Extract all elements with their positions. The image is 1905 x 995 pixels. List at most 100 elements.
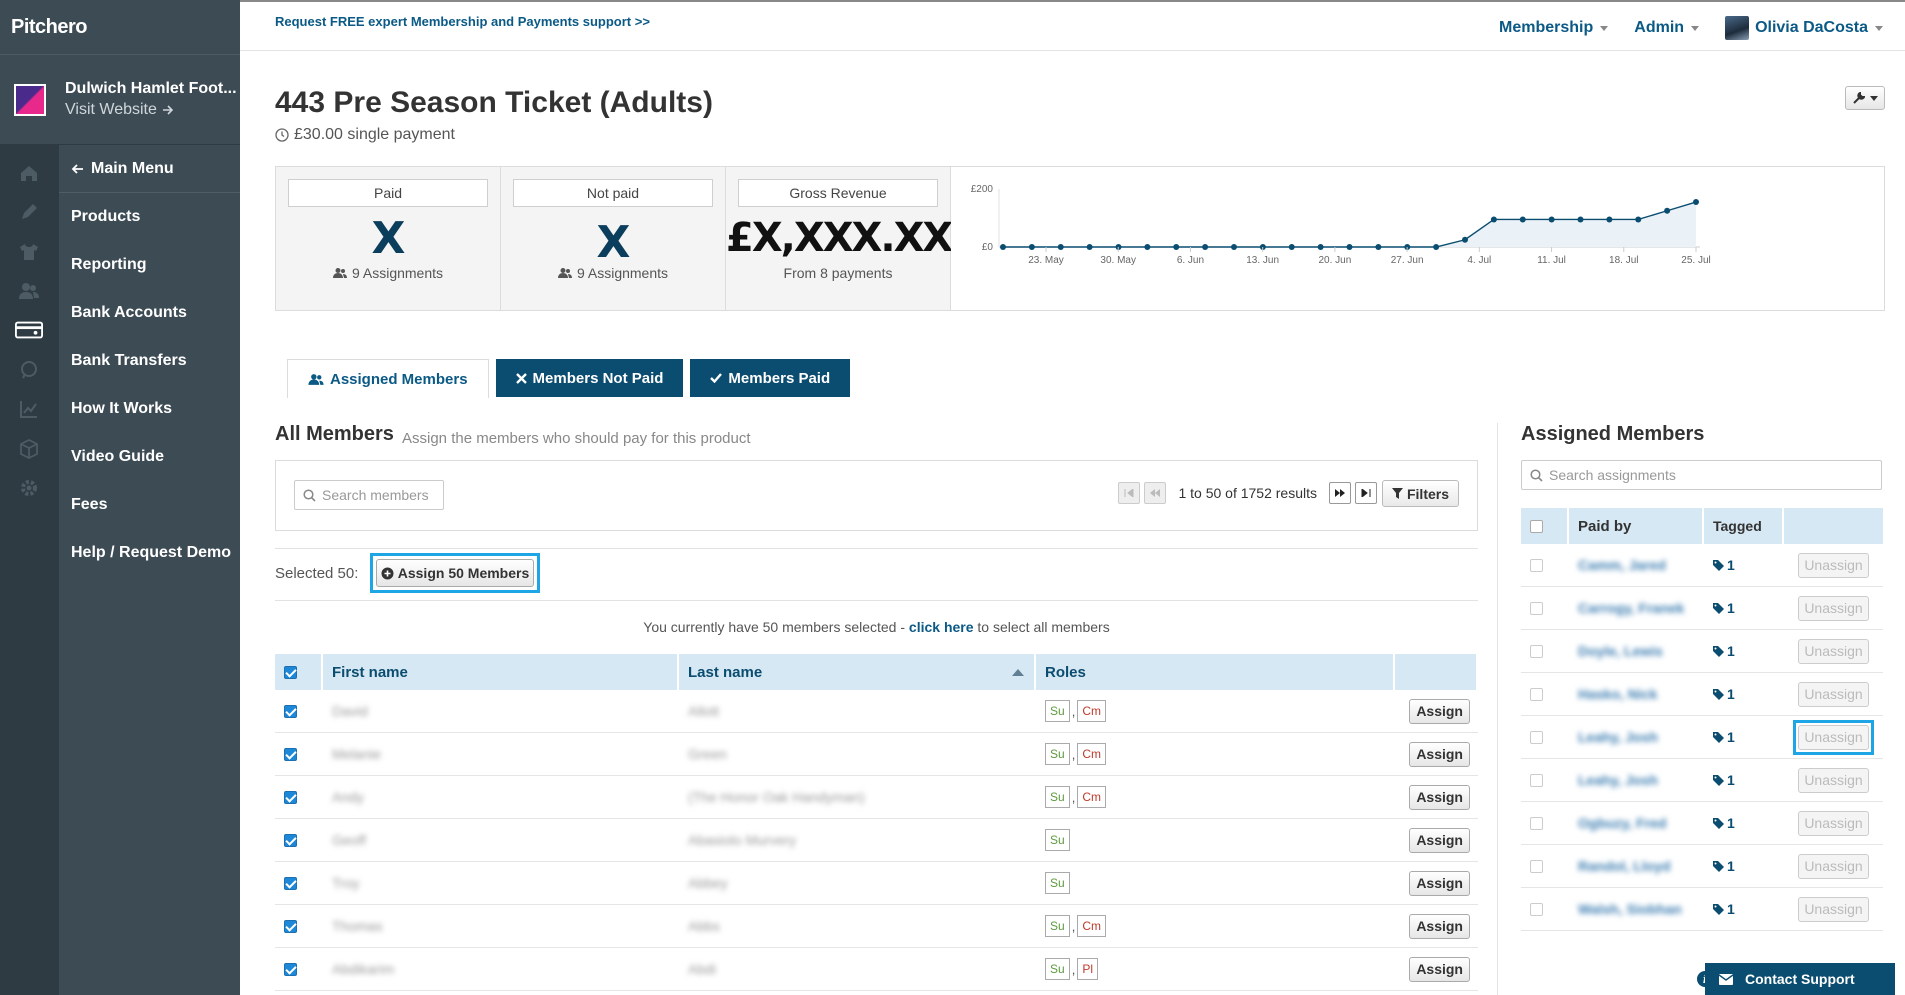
row-checkbox[interactable] — [1530, 859, 1543, 873]
first-page-icon[interactable] — [1118, 482, 1141, 504]
pen-icon[interactable] — [15, 198, 43, 226]
assign-button[interactable]: Assign — [1409, 913, 1470, 939]
last-page-icon[interactable] — [1355, 482, 1377, 504]
row-checkbox[interactable] — [284, 833, 297, 847]
unassign-button[interactable]: Unassign — [1798, 724, 1869, 750]
assign-button[interactable]: Assign — [1409, 956, 1470, 982]
prev-page-icon[interactable] — [1144, 482, 1167, 504]
data-point — [1028, 244, 1035, 250]
first-name-header[interactable]: First name — [323, 654, 679, 690]
nav-fees[interactable]: Fees — [59, 481, 240, 529]
caret-down-icon — [1691, 25, 1700, 31]
member-link[interactable]: Hasko, Nick — [1578, 686, 1657, 702]
membership-menu[interactable]: Membership — [1499, 19, 1609, 37]
club-header[interactable]: Dulwich Hamlet Foot... Visit Website — [0, 55, 240, 145]
nav-reporting[interactable]: Reporting — [59, 241, 240, 289]
assign-button[interactable]: Assign — [1409, 784, 1470, 810]
member-link[interactable]: Ogbuzy, Fred — [1578, 815, 1666, 831]
nav-bank-accounts[interactable]: Bank Accounts — [59, 289, 240, 337]
row-checkbox[interactable] — [1530, 687, 1543, 701]
row-checkbox[interactable] — [1530, 816, 1543, 830]
action-cell: Unassign — [1784, 767, 1883, 793]
tab-members-not-paid[interactable]: Members Not Paid — [495, 359, 684, 397]
nav-video-guide[interactable]: Video Guide — [59, 433, 240, 481]
nav-products[interactable]: Products — [59, 193, 240, 241]
row-checkbox[interactable] — [1530, 601, 1543, 615]
role-separator: , — [1071, 961, 1076, 977]
unassign-button[interactable]: Unassign — [1798, 681, 1869, 707]
member-link[interactable]: Leahy, Josh — [1578, 729, 1658, 745]
box-icon[interactable] — [15, 435, 43, 463]
tab-members-paid[interactable]: Members Paid — [690, 359, 851, 397]
filters-button[interactable]: Filters — [1381, 480, 1459, 507]
assign-button[interactable]: Assign — [1409, 870, 1470, 896]
assign-button[interactable]: Assign — [1409, 741, 1470, 767]
member-link[interactable]: Doyle, Lewis — [1578, 643, 1663, 659]
select-all-link[interactable]: click here — [909, 619, 974, 635]
unassign-button[interactable]: Unassign — [1798, 595, 1869, 621]
table-row: Leahy, Josh 1 Unassign — [1521, 716, 1883, 759]
row-checkbox[interactable] — [1530, 644, 1543, 658]
chat-icon[interactable] — [15, 356, 43, 384]
assign-members-highlight: Assign 50 Members — [370, 553, 540, 593]
search-assignments-input[interactable]: Search assignments — [1521, 460, 1882, 490]
row-checkbox[interactable] — [284, 704, 297, 718]
card-icon[interactable] — [15, 316, 43, 344]
unassign-button[interactable]: Unassign — [1798, 638, 1869, 664]
tag-icon — [1713, 817, 1724, 829]
assign-button[interactable]: Assign — [1409, 827, 1470, 853]
visit-website-link[interactable]: Visit Website — [65, 101, 237, 119]
unassign-button[interactable]: Unassign — [1798, 853, 1869, 879]
nav-help-request-demo[interactable]: Help / Request Demo — [59, 529, 240, 577]
plus-circle-icon — [381, 567, 394, 579]
next-page-icon[interactable] — [1329, 482, 1351, 504]
home-icon[interactable] — [15, 159, 43, 187]
promo-link[interactable]: Request FREE expert Membership and Payme… — [275, 14, 650, 29]
assign-50-members-button[interactable]: Assign 50 Members — [376, 559, 534, 587]
row-checkbox[interactable] — [1530, 558, 1543, 572]
select-all-checkbox[interactable] — [284, 665, 297, 679]
first-name-cell: Abdikarim — [332, 961, 395, 977]
table-row: Abdikarim Abdi Su, Pl Assign — [275, 948, 1478, 991]
row-checkbox-cell — [1521, 601, 1569, 615]
pitchero-logo[interactable]: Pitchero — [0, 0, 240, 55]
contact-support-button[interactable]: Contact Support — [1705, 963, 1895, 995]
row-checkbox[interactable] — [284, 790, 297, 804]
users-icon[interactable] — [15, 277, 43, 305]
member-link[interactable]: Walsh, Siobhan — [1578, 901, 1682, 917]
unassign-button[interactable]: Unassign — [1798, 896, 1869, 922]
row-checkbox[interactable] — [1530, 773, 1543, 787]
row-checkbox[interactable] — [284, 919, 297, 933]
search-members-input[interactable]: Search members — [294, 480, 444, 510]
row-checkbox[interactable] — [284, 747, 297, 761]
tab-assigned-members[interactable]: Assigned Members — [287, 359, 489, 398]
x-tick-label: 27. Jun — [1391, 255, 1424, 266]
member-link[interactable]: Carrogy, Franek — [1578, 600, 1684, 616]
unassign-button[interactable]: Unassign — [1798, 810, 1869, 836]
admin-menu[interactable]: Admin — [1634, 19, 1700, 37]
row-checkbox[interactable] — [284, 876, 297, 890]
chart-icon[interactable] — [15, 395, 43, 423]
main-menu-link[interactable]: Main Menu — [59, 145, 240, 193]
gear-icon[interactable] — [15, 474, 43, 502]
row-checkbox[interactable] — [1530, 902, 1543, 916]
row-checkbox[interactable] — [1530, 730, 1543, 744]
last-name-cell: Green — [688, 746, 727, 762]
unassign-button[interactable]: Unassign — [1798, 767, 1869, 793]
nav-bank-transfers[interactable]: Bank Transfers — [59, 337, 240, 385]
tagged-cell: 1 — [1704, 686, 1784, 702]
last-name-header[interactable]: Last name — [679, 654, 1036, 690]
unassign-button[interactable]: Unassign — [1798, 552, 1869, 578]
select-all-checkbox[interactable] — [1530, 519, 1543, 533]
member-link[interactable]: Leahy, Josh — [1578, 772, 1658, 788]
last-name-cell: (The Honor Oak Handyman) — [688, 789, 865, 805]
shirt-icon[interactable] — [15, 238, 43, 266]
member-link[interactable]: Camm, Jared — [1578, 557, 1666, 573]
member-link[interactable]: Randol, Lloyd — [1578, 858, 1671, 874]
row-checkbox[interactable] — [284, 962, 297, 976]
settings-dropdown-button[interactable] — [1845, 86, 1885, 110]
nav-how-it-works[interactable]: How It Works — [59, 385, 240, 433]
user-menu[interactable]: Olivia DaCosta — [1725, 16, 1883, 40]
assign-button[interactable]: Assign — [1409, 698, 1470, 724]
paid-by-cell: Camm, Jared — [1569, 557, 1704, 573]
